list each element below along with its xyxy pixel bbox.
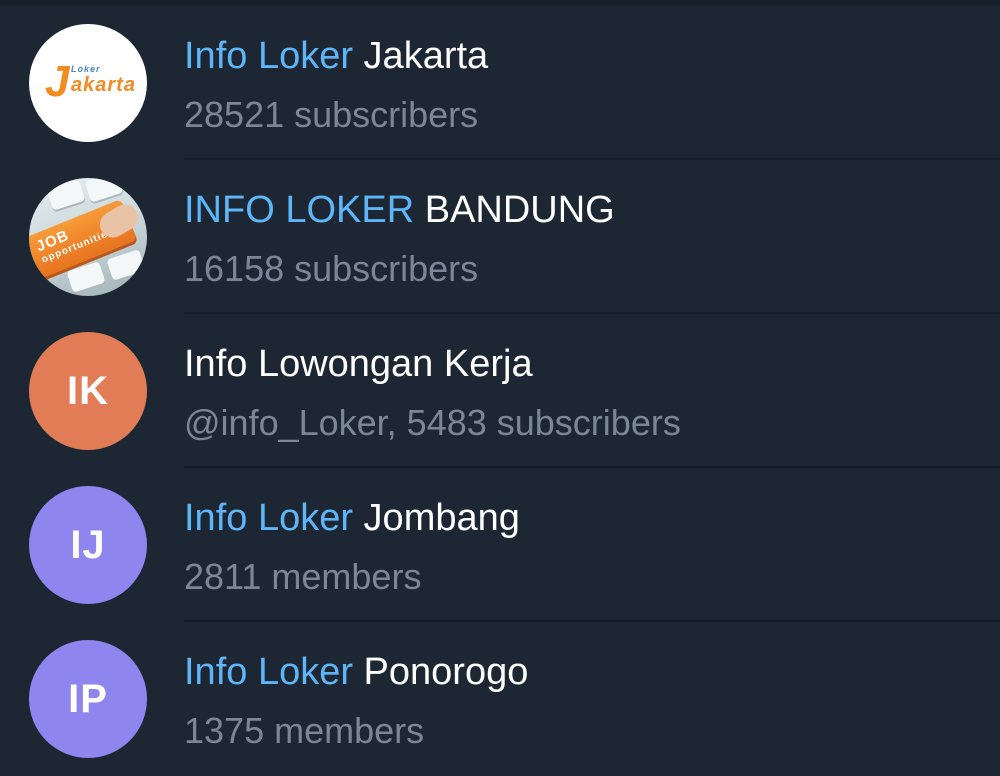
avatar: Loker J akarta [29, 24, 147, 142]
result-row-info-lowongan-kerja[interactable]: IK Info Lowongan Kerja @info_Loker, 5483… [0, 314, 1000, 468]
avatar: IJ [29, 486, 147, 604]
avatar-initials: IK [67, 368, 109, 413]
chat-title: INFO LOKER BANDUNG [184, 187, 615, 233]
title-match-highlight: INFO LOKER [184, 189, 415, 231]
logo-word: akarta [71, 74, 136, 96]
title-rest: Jombang [353, 497, 520, 539]
avatar: IK [29, 332, 147, 450]
avatar: IP [29, 640, 147, 758]
title-rest: Jakarta [353, 35, 489, 77]
chat-subtitle: 16158 subscribers [184, 248, 479, 289]
chat-title: Info Loker Ponorogo [184, 649, 528, 695]
title-match-highlight: Info Loker [184, 35, 353, 77]
search-results-list: Loker J akarta Info Loker Jakarta 28521 … [0, 6, 1000, 776]
result-row-info-loker-jombang[interactable]: IJ Info Loker Jombang 2811 members [0, 468, 1000, 622]
result-row-info-loker-ponorogo[interactable]: IP Info Loker Ponorogo 1375 members [0, 622, 1000, 776]
chat-subtitle: 28521 subscribers [184, 94, 479, 135]
keyboard-key [106, 249, 146, 281]
avatar: JOB opportunities [29, 178, 147, 296]
chat-subtitle: 1375 members [184, 710, 425, 751]
chat-title: Info Lowongan Kerja [184, 341, 533, 387]
logo-letter: J [45, 57, 71, 106]
avatar-initials: IJ [70, 522, 106, 567]
title-match-highlight: Info Loker [184, 497, 353, 539]
avatar-initials: IP [68, 676, 108, 721]
keyboard-key [46, 179, 86, 211]
chat-subtitle: @info_Loker, 5483 subscribers [184, 402, 681, 443]
result-row-info-loker-jakarta[interactable]: Loker J akarta Info Loker Jakarta 28521 … [0, 6, 1000, 160]
chat-subtitle: 2811 members [184, 556, 422, 597]
title-rest: Info Lowongan Kerja [184, 343, 533, 385]
result-row-info-loker-bandung[interactable]: JOB opportunities INFO LOKER BANDUNG 161… [0, 160, 1000, 314]
title-rest: BANDUNG [414, 189, 615, 231]
chat-title: Info Loker Jombang [184, 495, 520, 541]
logo-small-text: Loker [71, 64, 101, 74]
chat-title: Info Loker Jakarta [184, 33, 488, 79]
title-rest: Ponorogo [353, 651, 529, 693]
title-match-highlight: Info Loker [184, 651, 353, 693]
keyboard-key [84, 178, 124, 203]
